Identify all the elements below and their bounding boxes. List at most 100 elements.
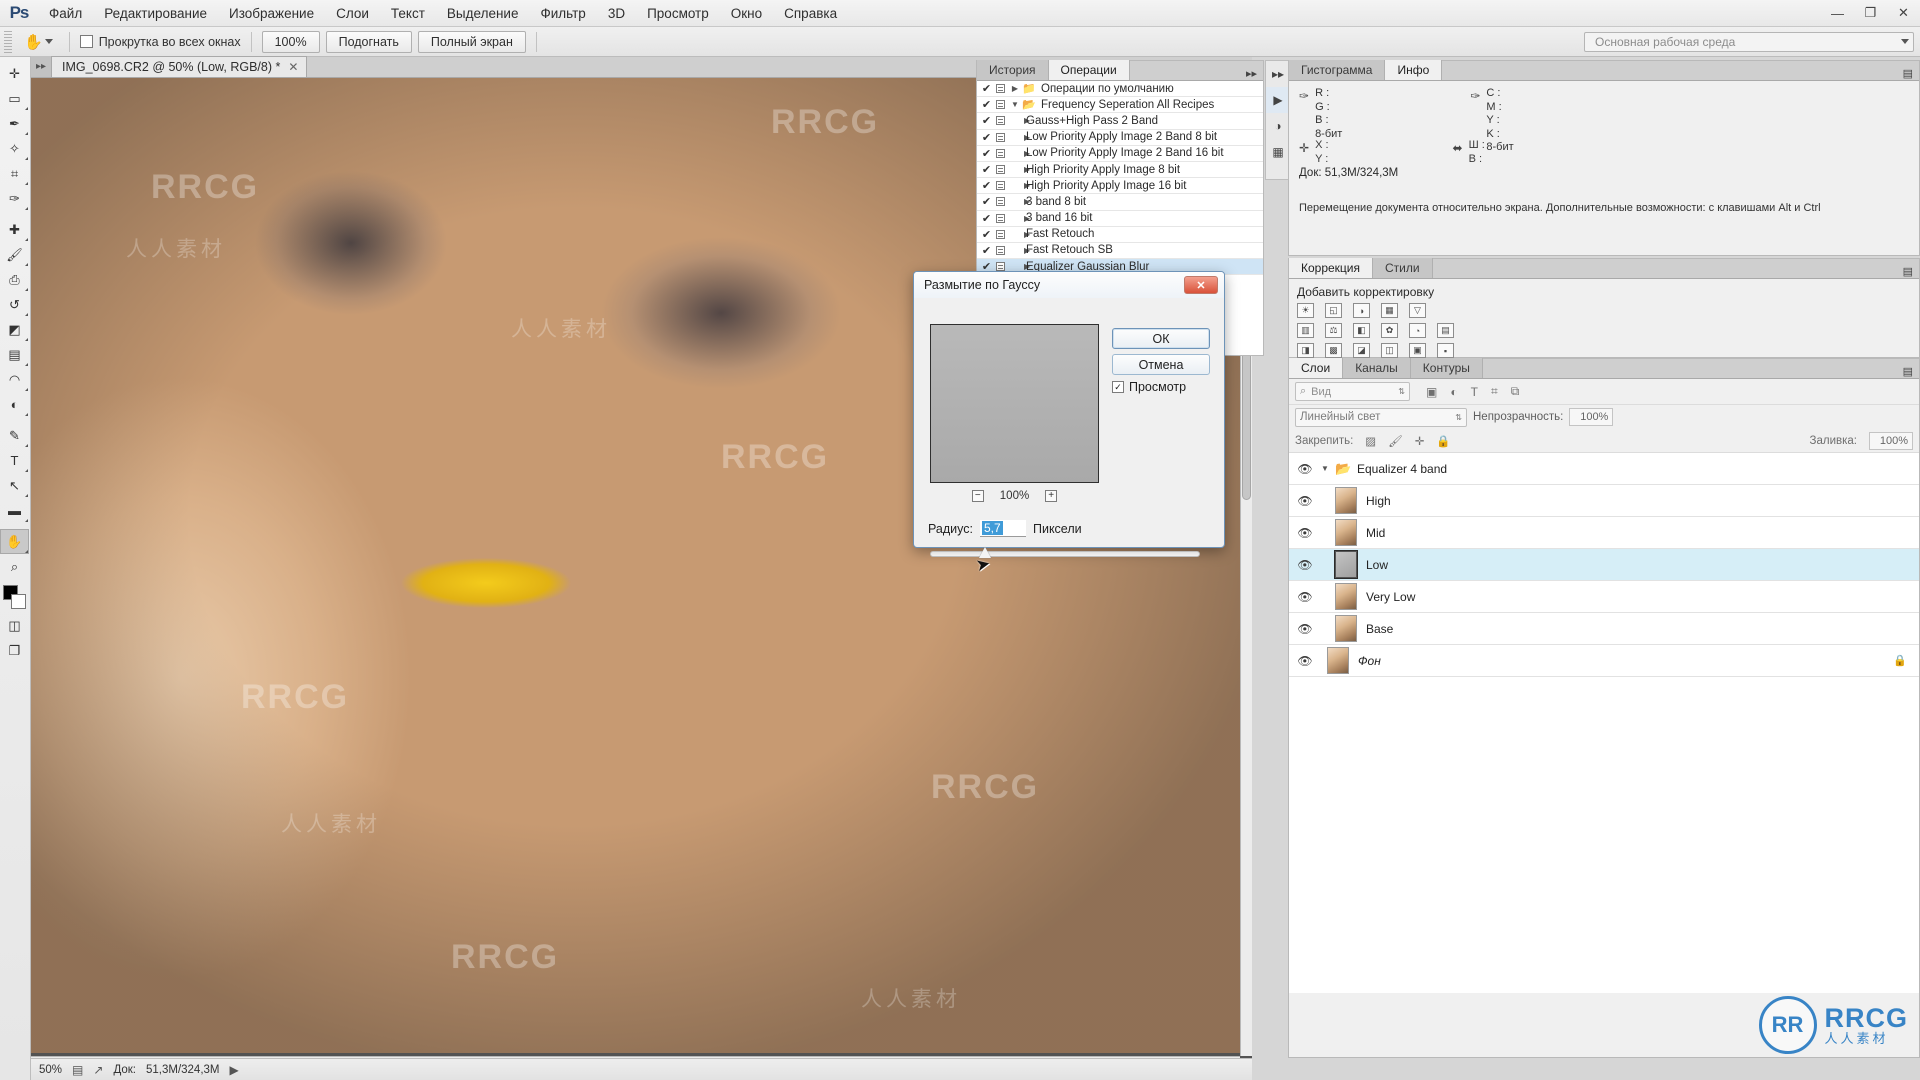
minimize-button[interactable]: — — [1821, 0, 1854, 27]
action-dialog-toggle-icon[interactable] — [993, 230, 1008, 239]
group-expand-icon[interactable]: ▼ — [1321, 464, 1335, 473]
expand-arrow-icon[interactable]: ▶ — [1008, 149, 1024, 158]
full-screen-button[interactable]: Полный экран — [418, 31, 526, 53]
expand-arrow-icon[interactable]: ▼ — [1008, 100, 1022, 109]
black-white-icon[interactable]: ◧ — [1353, 323, 1370, 338]
move-tool[interactable]: ✛ — [0, 61, 29, 86]
rectangle-tool[interactable]: ▬ — [0, 498, 29, 523]
action-row[interactable]: ✔ ▶ 📁 Операции по умолчанию — [977, 81, 1263, 97]
brush-tool[interactable]: 🖌 — [0, 242, 29, 267]
layer-thumbnail[interactable] — [1335, 487, 1357, 514]
status-menu-arrow-icon[interactable]: ▶ — [230, 1063, 239, 1077]
lock-image-icon[interactable]: 🖌 — [1388, 434, 1403, 448]
opacity-input[interactable]: 100% — [1569, 408, 1613, 426]
screen-mode-button[interactable]: ❐ — [0, 638, 29, 663]
stepper-icon[interactable]: ⇅ — [1398, 387, 1405, 396]
color-lookup-icon[interactable]: ▤ — [1437, 323, 1454, 338]
dock-expand-icon[interactable]: ▸▸ — [1266, 61, 1290, 87]
dock-styles-icon[interactable]: ▦ — [1266, 139, 1290, 165]
filter-type-icon[interactable]: T — [1471, 385, 1478, 399]
document-tab[interactable]: IMG_0698.CR2 @ 50% (Low, RGB/8) * ✕ — [51, 56, 307, 77]
tab-info[interactable]: Инфо — [1385, 60, 1442, 80]
expand-arrow-icon[interactable]: ▶ — [1008, 165, 1024, 174]
expand-arrow-icon[interactable]: ▶ — [1008, 133, 1024, 142]
path-selection-tool[interactable]: ↖ — [0, 473, 29, 498]
stepper-icon[interactable]: ⇅ — [1455, 413, 1462, 422]
filter-pixel-icon[interactable]: ▣ — [1426, 385, 1437, 399]
action-dialog-toggle-icon[interactable] — [993, 262, 1008, 271]
expand-arrow-icon[interactable]: ▶ — [1008, 246, 1024, 255]
status-zoom-level[interactable]: 50% — [39, 1064, 62, 1076]
action-dialog-toggle-icon[interactable] — [993, 84, 1008, 93]
pen-tool[interactable]: ✎ — [0, 423, 29, 448]
quick-selection-tool[interactable]: ✧ — [0, 136, 29, 161]
expand-arrow-icon[interactable]: ▶ — [1008, 197, 1024, 206]
lock-transparent-icon[interactable]: ▨ — [1365, 434, 1376, 448]
panel-menu-icon[interactable]: ▸▸ — [1240, 67, 1263, 80]
expand-arrow-icon[interactable]: ▶ — [1008, 116, 1024, 125]
layer-thumbnail[interactable] — [1335, 551, 1357, 578]
tab-paths[interactable]: Контуры — [1411, 358, 1483, 378]
action-row[interactable]: ✔ ▶ Low Priority Apply Image 2 Band 16 b… — [977, 146, 1263, 162]
menu-layers[interactable]: Слои — [325, 2, 380, 25]
action-row[interactable]: ✔ ▶ 3 band 8 bit — [977, 194, 1263, 210]
layer-visibility-icon[interactable]: 👁 — [1289, 526, 1321, 540]
lasso-tool[interactable]: ✒ — [0, 111, 29, 136]
layer-thumbnail[interactable] — [1335, 615, 1357, 642]
lock-position-icon[interactable]: ✛ — [1415, 434, 1425, 448]
dock-adjustments-icon[interactable]: ◑ — [1266, 113, 1290, 139]
layer-row[interactable]: 👁 Mid — [1289, 517, 1919, 549]
hand-tool[interactable]: ✋ — [0, 529, 29, 554]
collapse-panels-button[interactable]: ▸▸ — [31, 56, 51, 77]
menu-window[interactable]: Окно — [720, 2, 773, 25]
action-row[interactable]: ✔ ▶ Low Priority Apply Image 2 Band 8 bi… — [977, 130, 1263, 146]
layer-thumbnail[interactable] — [1327, 647, 1349, 674]
action-enable-checkmark[interactable]: ✔ — [980, 82, 993, 95]
action-row[interactable]: ✔ ▶ Gauss+High Pass 2 Band — [977, 113, 1263, 129]
dock-play-icon[interactable]: ▶ — [1266, 87, 1290, 113]
action-enable-checkmark[interactable]: ✔ — [980, 244, 993, 257]
layer-row[interactable]: 👁 Very Low — [1289, 581, 1919, 613]
expand-arrow-icon[interactable]: ▶ — [1008, 181, 1024, 190]
tool-preset-picker[interactable]: ✋ — [18, 33, 59, 51]
blend-mode-select[interactable]: Линейный свет ⇅ — [1295, 408, 1467, 427]
cancel-button[interactable]: Отмена — [1112, 354, 1210, 375]
dialog-title-bar[interactable]: Размытие по Гауссу ✕ — [914, 272, 1224, 298]
action-enable-checkmark[interactable]: ✔ — [980, 98, 993, 111]
action-dialog-toggle-icon[interactable] — [993, 100, 1008, 109]
menu-view[interactable]: Просмотр — [636, 2, 720, 25]
action-enable-checkmark[interactable]: ✔ — [980, 131, 993, 144]
zoom-100-button[interactable]: 100% — [262, 31, 320, 53]
menu-edit[interactable]: Редактирование — [93, 2, 218, 25]
action-row[interactable]: ✔ ▶ Fast Retouch — [977, 227, 1263, 243]
tab-layers[interactable]: Слои — [1289, 358, 1343, 378]
action-enable-checkmark[interactable]: ✔ — [980, 163, 993, 176]
expand-arrow-icon[interactable]: ▶ — [1008, 84, 1022, 93]
action-row[interactable]: ✔ ▶ Fast Retouch SB — [977, 243, 1263, 259]
crop-tool[interactable]: ⌗ — [0, 161, 29, 186]
threshold-icon[interactable]: ◪ — [1353, 343, 1370, 358]
posterize-icon[interactable]: ▩ — [1325, 343, 1342, 358]
radius-input[interactable]: 5,7 — [980, 520, 1026, 537]
zoom-tool[interactable]: ⌕ — [0, 554, 29, 579]
action-row[interactable]: ✔ ▶ 3 band 16 bit — [977, 211, 1263, 227]
action-dialog-toggle-icon[interactable] — [993, 197, 1008, 206]
share-icon[interactable]: ↗ — [93, 1063, 103, 1077]
layer-visibility-icon[interactable]: 👁 — [1289, 590, 1321, 604]
panel-menu-icon[interactable]: ▤ — [1897, 67, 1919, 80]
fill-input[interactable]: 100% — [1869, 432, 1913, 450]
blur-tool[interactable]: ◠ — [0, 367, 29, 392]
close-icon[interactable]: ✕ — [288, 60, 298, 74]
type-tool[interactable]: T — [0, 448, 29, 473]
layer-visibility-icon[interactable]: 👁 — [1289, 462, 1321, 476]
action-row[interactable]: ✔ ▶ High Priority Apply Image 16 bit — [977, 178, 1263, 194]
layer-row[interactable]: 👁 High — [1289, 485, 1919, 517]
action-dialog-toggle-icon[interactable] — [993, 214, 1008, 223]
layer-row-group[interactable]: 👁 ▼ 📂 Equalizer 4 band — [1289, 453, 1919, 485]
options-grip[interactable] — [4, 31, 12, 53]
layer-thumbnail[interactable] — [1335, 583, 1357, 610]
close-button[interactable]: ✕ — [1887, 0, 1920, 27]
levels-icon[interactable]: ◱ — [1325, 303, 1342, 318]
background-color-swatch[interactable] — [11, 594, 26, 609]
menu-image[interactable]: Изображение — [218, 2, 325, 25]
